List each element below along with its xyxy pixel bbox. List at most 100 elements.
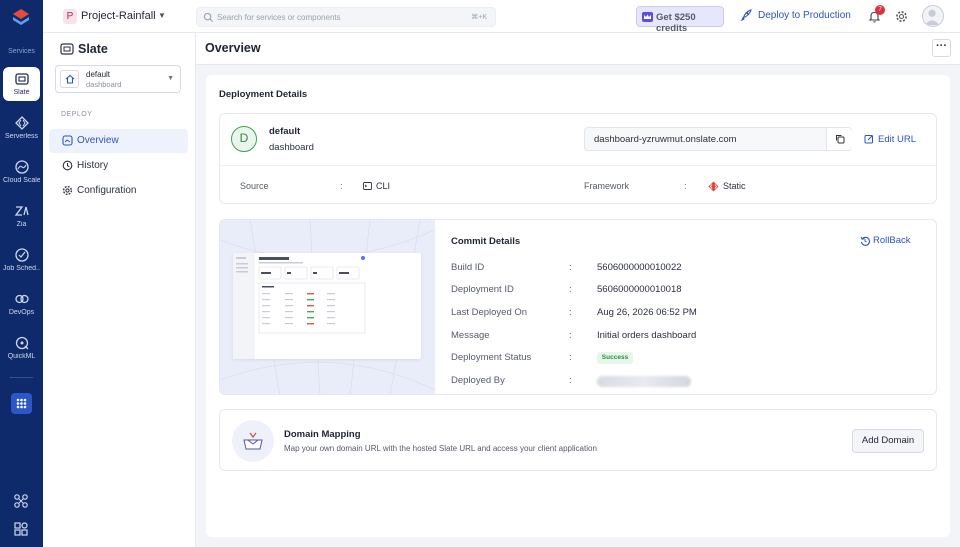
search-input[interactable]: Search for services or components bbox=[217, 13, 341, 22]
copy-icon bbox=[836, 135, 845, 144]
domain-icon bbox=[243, 432, 263, 450]
job-scheduling-icon bbox=[14, 248, 29, 262]
domain-mapping-title: Domain Mapping bbox=[284, 429, 361, 440]
preview-thumbnail bbox=[233, 253, 421, 359]
project-selector[interactable]: Project-Rainfall bbox=[81, 10, 156, 22]
chevron-down-icon: ▼ bbox=[167, 75, 174, 82]
all-services-button[interactable] bbox=[11, 393, 32, 414]
search-icon bbox=[203, 12, 214, 23]
get-credits-button[interactable]: Get $250 credits bbox=[636, 6, 724, 34]
deployed-by-label: Deployed By bbox=[451, 375, 505, 386]
selected-app-sub: dashboard bbox=[86, 80, 122, 89]
nav-item-history[interactable]: History bbox=[49, 154, 188, 178]
message-label: Message bbox=[451, 330, 490, 341]
nav-item-configuration[interactable]: Configuration bbox=[49, 179, 188, 203]
nav-item-label: History bbox=[77, 160, 109, 171]
divider bbox=[220, 165, 936, 166]
rollback-label: RollBack bbox=[873, 235, 911, 246]
overview-content: Deployment Details D default dashboard d… bbox=[206, 75, 950, 537]
rail-item-zia[interactable]: Zia bbox=[3, 199, 40, 233]
edit-icon bbox=[864, 135, 873, 144]
rail-item-cloud-scale[interactable]: Cloud Scale bbox=[3, 155, 40, 189]
deployment-details-title: Deployment Details bbox=[219, 89, 308, 100]
deployment-avatar: D bbox=[231, 126, 257, 152]
field-colon: : bbox=[569, 262, 572, 273]
panel-title: Slate bbox=[78, 42, 108, 56]
deployment-id-label: Deployment ID bbox=[451, 284, 514, 295]
chevron-down-icon[interactable]: ▼ bbox=[158, 11, 166, 20]
nav-item-label: Configuration bbox=[77, 185, 137, 196]
dashboard-thumbnail bbox=[233, 253, 366, 359]
rail-item-serverless[interactable]: Serverless bbox=[3, 111, 40, 145]
build-id-label: Build ID bbox=[451, 262, 485, 273]
framework-colon: : bbox=[684, 181, 687, 191]
home-icon bbox=[65, 74, 75, 84]
search-shortcut: ⌘+K bbox=[471, 14, 487, 21]
selected-app-name: default bbox=[86, 70, 111, 79]
home-button[interactable] bbox=[60, 70, 79, 88]
deployment-id-value: 5606000000010018 bbox=[597, 284, 682, 295]
nav-item-overview[interactable]: Overview bbox=[49, 129, 188, 153]
rail-section-label: Services bbox=[8, 48, 35, 55]
copy-url-button[interactable] bbox=[826, 128, 852, 150]
build-id-value: 5606000000010022 bbox=[597, 262, 682, 273]
credits-label: Get $250 credits bbox=[656, 12, 696, 34]
deployment-url-field[interactable]: dashboard-yzruwmut.onslate.com bbox=[584, 127, 852, 151]
rollback-icon bbox=[860, 236, 870, 246]
deployment-status-label: Deployment Status bbox=[451, 352, 532, 363]
last-deployed-label: Last Deployed On bbox=[451, 307, 528, 318]
rocket-icon bbox=[740, 9, 752, 21]
more-options-button[interactable]: ··· bbox=[932, 39, 951, 57]
deployment-preview-image bbox=[220, 220, 435, 394]
field-colon: : bbox=[569, 284, 572, 295]
rail-item-label: Slate bbox=[13, 89, 30, 96]
source-label: Source bbox=[240, 181, 269, 191]
source-colon: : bbox=[340, 181, 343, 191]
widgets-icon[interactable] bbox=[13, 521, 29, 537]
slate-icon bbox=[60, 43, 74, 55]
field-colon: : bbox=[569, 330, 572, 341]
crown-icon bbox=[642, 12, 653, 22]
zia-icon bbox=[14, 206, 29, 216]
rail-item-devops[interactable]: DevOps bbox=[3, 287, 40, 321]
rail-item-job-scheduling[interactable]: Job Sched... bbox=[3, 243, 40, 277]
page-title: Overview bbox=[205, 41, 261, 55]
gear-icon[interactable] bbox=[895, 10, 908, 23]
rail-item-label: QuickML bbox=[7, 353, 36, 360]
domain-mapping-card: Domain Mapping Map your own domain URL w… bbox=[219, 409, 937, 471]
framework-label: Framework bbox=[584, 181, 630, 191]
add-domain-button[interactable]: Add Domain bbox=[852, 429, 924, 453]
serverless-icon bbox=[14, 116, 29, 130]
quickml-icon bbox=[15, 336, 28, 350]
user-icon bbox=[924, 9, 940, 26]
deployment-name: default bbox=[269, 126, 301, 137]
slate-side-panel: Slate default dashboard ▼ DEPLOY Overvie… bbox=[43, 33, 196, 547]
terminal-icon bbox=[363, 182, 372, 190]
catalyst-logo-icon[interactable] bbox=[11, 8, 31, 28]
search-bar[interactable]: Search for services or components ⌘+K bbox=[196, 7, 496, 27]
gear-icon bbox=[62, 185, 73, 196]
page-header: Overview ··· bbox=[196, 33, 960, 65]
nav-section-label: DEPLOY bbox=[61, 111, 93, 118]
rail-item-label: DevOps bbox=[8, 309, 35, 316]
grid-icon bbox=[16, 398, 27, 409]
domain-mapping-illustration bbox=[232, 420, 274, 462]
integrations-icon[interactable] bbox=[13, 493, 29, 509]
rail-item-label: Cloud Scale bbox=[3, 177, 40, 184]
deployment-card: D default dashboard dashboard-yzruwmut.o… bbox=[219, 113, 937, 204]
rail-item-slate[interactable]: Slate bbox=[3, 67, 40, 101]
deployment-url[interactable]: dashboard-yzruwmut.onslate.com bbox=[594, 134, 737, 145]
rail-item-quickml[interactable]: QuickML bbox=[3, 331, 40, 365]
rail-item-label: Zia bbox=[16, 221, 27, 228]
notification-count-badge: 7 bbox=[875, 5, 885, 15]
cloud-scale-icon bbox=[14, 160, 29, 174]
commit-details-title: Commit Details bbox=[451, 236, 521, 247]
deployment-sub: dashboard bbox=[269, 142, 314, 153]
app-selector[interactable]: default dashboard ▼ bbox=[55, 65, 181, 93]
overview-icon bbox=[62, 135, 73, 146]
nav-item-label: Overview bbox=[77, 135, 119, 146]
user-avatar[interactable] bbox=[922, 5, 944, 27]
services-rail: Services Slate Serverless Cloud Scale Zi… bbox=[0, 0, 43, 547]
field-colon: : bbox=[569, 307, 572, 318]
message-value: Initial orders dashboard bbox=[597, 330, 697, 341]
